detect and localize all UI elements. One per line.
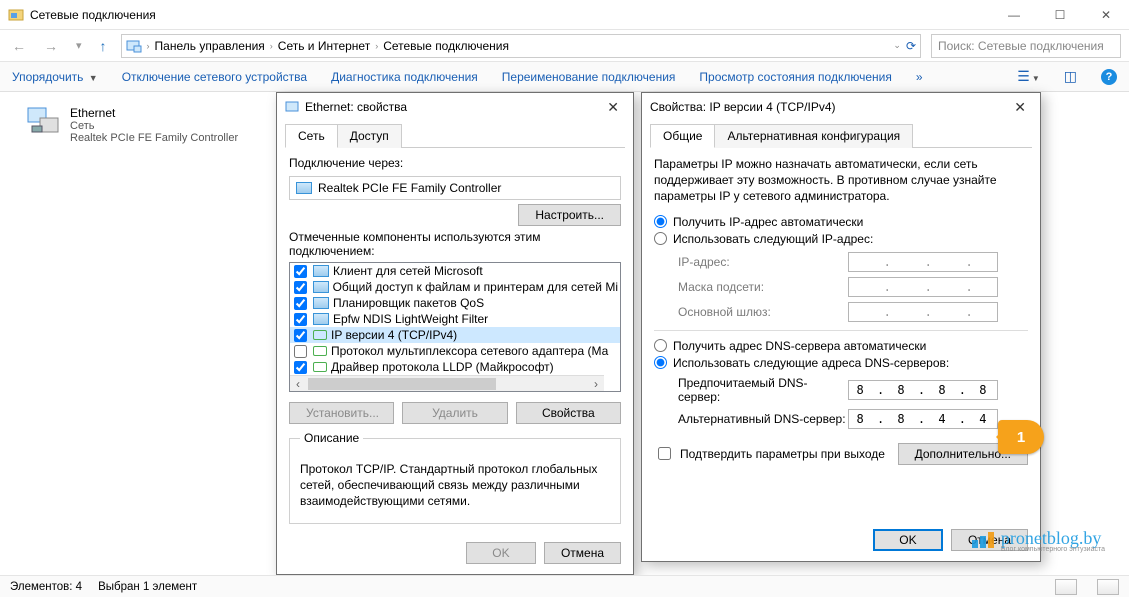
component-checkbox[interactable] bbox=[294, 281, 307, 294]
diagnose-button[interactable]: Диагностика подключения bbox=[331, 70, 478, 84]
connection-network: Сеть bbox=[70, 120, 238, 132]
ethernet-properties-dialog: Ethernet: свойства ✕ Сеть Доступ Подключ… bbox=[276, 92, 634, 575]
status-count: Элементов: 4 bbox=[10, 581, 82, 593]
help-icon[interactable]: ? bbox=[1101, 69, 1117, 85]
tab-sharing[interactable]: Доступ bbox=[337, 124, 402, 148]
dns1-input[interactable] bbox=[848, 380, 998, 400]
nav-recent-button[interactable]: ▾ bbox=[72, 37, 86, 54]
content-area: Ethernet Сеть Realtek PCIe FE Family Con… bbox=[0, 92, 1129, 579]
component-checkbox[interactable] bbox=[294, 361, 307, 374]
component-checkbox[interactable] bbox=[294, 345, 307, 358]
components-list[interactable]: Клиент для сетей Microsoft Общий доступ … bbox=[289, 262, 621, 392]
network-folder-icon bbox=[8, 7, 24, 23]
address-dropdown-icon[interactable]: ⌄ bbox=[893, 40, 901, 51]
subnet-mask-label: Маска подсети: bbox=[678, 280, 848, 294]
dns1-label: Предпочитаемый DNS-сервер: bbox=[678, 376, 848, 404]
disable-device-button[interactable]: Отключение сетевого устройства bbox=[122, 70, 307, 84]
component-checkbox[interactable] bbox=[294, 297, 307, 310]
dialog2-close-button[interactable]: ✕ bbox=[1008, 99, 1032, 116]
components-label: Отмеченные компоненты используются этим … bbox=[289, 230, 621, 258]
nav-back-button[interactable]: ← bbox=[8, 36, 30, 56]
tiles-view-button[interactable] bbox=[1097, 579, 1119, 595]
ip-auto-radio[interactable] bbox=[654, 215, 667, 228]
annotation-marker-1: 1 bbox=[998, 420, 1044, 454]
component-checkbox[interactable] bbox=[294, 313, 307, 326]
dialog1-titlebar[interactable]: Ethernet: свойства ✕ bbox=[277, 93, 633, 121]
minimize-button[interactable]: — bbox=[991, 0, 1037, 30]
dialog1-ok-button: OK bbox=[466, 542, 536, 564]
dialog2-title: Свойства: IP версии 4 (TCP/IPv4) bbox=[650, 100, 1008, 114]
watermark-logo: pronetblog.by Блог компьютерного энтузиа… bbox=[971, 530, 1105, 553]
validate-label: Подтвердить параметры при выходе bbox=[680, 447, 885, 461]
validate-checkbox[interactable] bbox=[658, 447, 671, 460]
window-titlebar: Сетевые подключения — ☐ ✕ bbox=[0, 0, 1129, 30]
connection-item[interactable]: Ethernet Сеть Realtek PCIe FE Family Con… bbox=[22, 102, 272, 148]
status-selection: Выбран 1 элемент bbox=[98, 581, 197, 593]
dialog1-cancel-button[interactable]: Отмена bbox=[544, 542, 621, 564]
details-view-button[interactable] bbox=[1055, 579, 1077, 595]
dialog2-ok-button[interactable]: OK bbox=[873, 529, 943, 551]
crumb-net[interactable]: Сеть и Интернет bbox=[278, 39, 370, 53]
ip-manual-radio[interactable] bbox=[654, 232, 667, 245]
ip-address-input bbox=[848, 252, 998, 272]
preview-pane-button[interactable]: ◫ bbox=[1064, 68, 1077, 85]
tab-general[interactable]: Общие bbox=[650, 124, 715, 148]
crumb-leaf[interactable]: Сетевые подключения bbox=[383, 39, 509, 53]
search-input[interactable]: Поиск: Сетевые подключения bbox=[931, 34, 1121, 58]
dialog1-close-button[interactable]: ✕ bbox=[601, 99, 625, 116]
ipv4-properties-dialog: Свойства: IP версии 4 (TCP/IPv4) ✕ Общие… bbox=[641, 92, 1041, 562]
gateway-input bbox=[848, 302, 998, 322]
tab-alternate[interactable]: Альтернативная конфигурация bbox=[714, 124, 913, 148]
window-title: Сетевые подключения bbox=[30, 8, 991, 22]
dns2-input[interactable] bbox=[848, 409, 998, 429]
view-options-button[interactable]: ☰▼ bbox=[1017, 68, 1039, 85]
nav-up-button[interactable]: ↑ bbox=[96, 36, 111, 56]
organize-menu[interactable]: Упорядочить ▼ bbox=[12, 70, 98, 84]
nav-forward-button: → bbox=[40, 36, 62, 56]
description-legend: Описание bbox=[300, 431, 363, 445]
address-bar[interactable]: › Панель управления › Сеть и Интернет › … bbox=[121, 34, 921, 58]
ipv4-intro-text: Параметры IP можно назначать автоматичес… bbox=[654, 156, 1028, 205]
ethernet-adapter-icon bbox=[26, 106, 62, 138]
tab-network[interactable]: Сеть bbox=[285, 124, 338, 148]
refresh-icon[interactable]: ⟳ bbox=[906, 39, 916, 53]
nav-row: ← → ▾ ↑ › Панель управления › Сеть и Инт… bbox=[0, 30, 1129, 62]
dns-manual-radio[interactable] bbox=[654, 356, 667, 369]
connection-device: Realtek PCIe FE Family Controller bbox=[70, 132, 238, 144]
status-bar: Элементов: 4 Выбран 1 элемент bbox=[0, 575, 1129, 597]
crumb-root[interactable]: Панель управления bbox=[155, 39, 265, 53]
adapter-icon bbox=[285, 100, 299, 114]
adapter-field: Realtek PCIe FE Family Controller bbox=[289, 176, 621, 200]
toolbar-overflow[interactable]: » bbox=[916, 70, 923, 84]
connect-using-label: Подключение через: bbox=[289, 156, 621, 170]
command-bar: Упорядочить ▼ Отключение сетевого устрой… bbox=[0, 62, 1129, 92]
gateway-label: Основной шлюз: bbox=[678, 305, 848, 319]
configure-button[interactable]: Настроить... bbox=[518, 204, 621, 226]
dns2-label: Альтернативный DNS-сервер: bbox=[678, 412, 848, 426]
uninstall-button: Удалить bbox=[402, 402, 507, 424]
rename-button[interactable]: Переименование подключения bbox=[502, 70, 676, 84]
network-icon bbox=[126, 38, 142, 54]
install-button[interactable]: Установить... bbox=[289, 402, 394, 424]
dialog2-titlebar[interactable]: Свойства: IP версии 4 (TCP/IPv4) ✕ bbox=[642, 93, 1040, 121]
component-checkbox[interactable] bbox=[294, 265, 307, 278]
maximize-button[interactable]: ☐ bbox=[1037, 0, 1083, 30]
properties-button[interactable]: Свойства bbox=[516, 402, 621, 424]
description-text: Протокол TCP/IP. Стандартный протокол гл… bbox=[300, 461, 610, 510]
component-checkbox[interactable] bbox=[294, 329, 307, 342]
list-horizontal-scrollbar[interactable]: ‹› bbox=[290, 375, 604, 391]
ip-address-label: IP-адрес: bbox=[678, 255, 848, 269]
connection-name: Ethernet bbox=[70, 106, 238, 120]
status-button[interactable]: Просмотр состояния подключения bbox=[699, 70, 891, 84]
close-button[interactable]: ✕ bbox=[1083, 0, 1129, 30]
adapter-mini-icon bbox=[296, 182, 312, 194]
dns-auto-radio[interactable] bbox=[654, 339, 667, 352]
dialog1-title: Ethernet: свойства bbox=[305, 100, 601, 114]
